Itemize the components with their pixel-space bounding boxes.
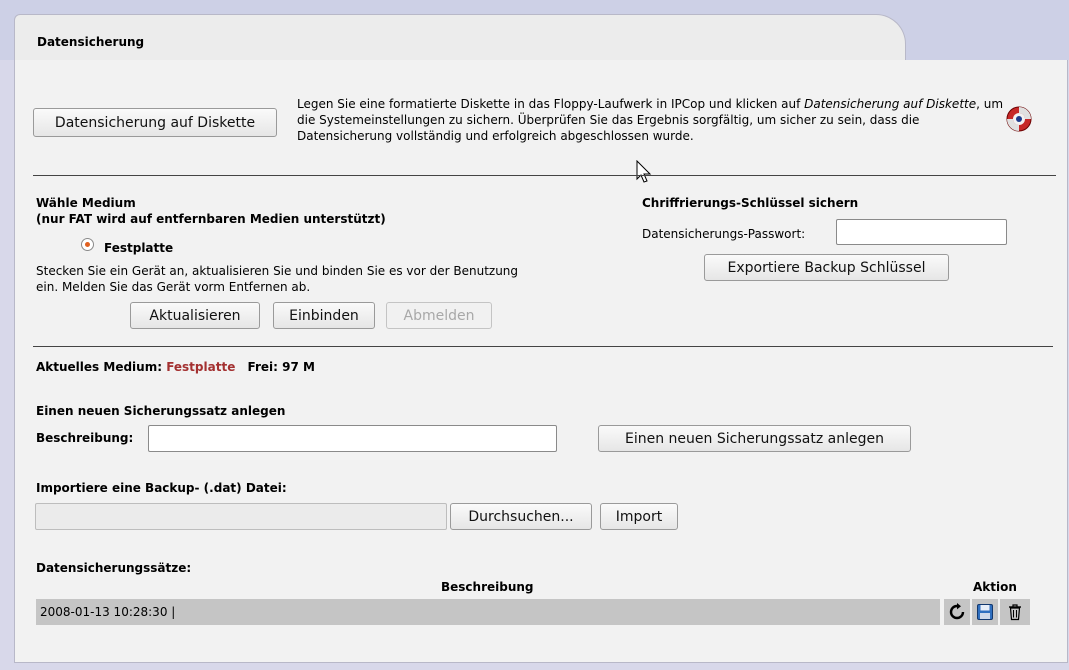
divider-1 [33,175,1056,176]
divider-2 [33,346,1053,347]
row-description: 2008-01-13 10:28:30 | [40,605,176,619]
tab-datensicherung[interactable]: Datensicherung [14,14,906,65]
password-label: Datensicherungs-Passwort: [642,227,806,241]
import-file-field[interactable] [35,503,447,530]
medium-title: Wähle Medium [36,196,136,210]
import-title: Importiere eine Backup- (.dat) Datei: [36,481,287,495]
newset-title: Einen neuen Sicherungssatz anlegen [36,404,286,418]
current-medium-value: Festplatte [166,360,236,374]
medium-hint-1: Stecken Sie ein Gerät an, aktualisieren … [36,264,519,278]
col-header-action: Aktion [973,580,1017,594]
backup-password-input[interactable] [836,219,1007,245]
import-button[interactable]: Import [600,503,678,530]
festplatte-label: Festplatte [104,241,174,255]
current-medium-label: Aktuelles Medium: [36,360,162,374]
festplatte-radio[interactable] [81,238,94,251]
tab-title: Datensicherung [37,35,145,49]
browse-button[interactable]: Durchsuchen... [450,503,592,530]
col-header-description: Beschreibung [441,580,534,594]
newset-desc-label: Beschreibung: [36,431,134,445]
floppy-desc-italic: Datensicherung auf Diskette [804,97,977,111]
mount-button[interactable]: Einbinden [273,302,375,329]
save-floppy-icon[interactable] [972,599,998,625]
refresh-button[interactable]: Aktualisieren [130,302,260,329]
trash-icon[interactable] [1000,599,1030,625]
medium-subtitle: (nur FAT wird auf entfernbaren Medien un… [36,212,386,226]
mouse-cursor-icon [636,159,652,187]
floppy-backup-button[interactable]: Datensicherung auf Diskette [33,108,277,137]
lifebuoy-help-icon[interactable] [1005,105,1033,133]
encryption-title: Chriffrierungs-Schlüssel sichern [642,196,859,210]
sets-title: Datensicherungssätze: [36,561,192,575]
restore-icon[interactable] [944,599,970,625]
unmount-button[interactable]: Abmelden [386,302,492,329]
create-backup-set-button[interactable]: Einen neuen Sicherungssatz anlegen [598,425,911,452]
newset-description-input[interactable] [148,425,557,452]
free-space: Frei: 97 M [247,360,315,374]
current-medium-line: Aktuelles Medium: Festplatte Frei: 97 M [36,360,315,374]
floppy-desc-text-1: Legen Sie eine formatierte Diskette in d… [297,97,801,111]
table-row: 2008-01-13 10:28:30 | [36,599,940,625]
floppy-description: Legen Sie eine formatierte Diskette in d… [297,96,1009,144]
export-key-button[interactable]: Exportiere Backup Schlüssel [704,254,949,281]
medium-hint-2: ein. Melden Sie das Gerät vorm Entfernen… [36,280,311,294]
